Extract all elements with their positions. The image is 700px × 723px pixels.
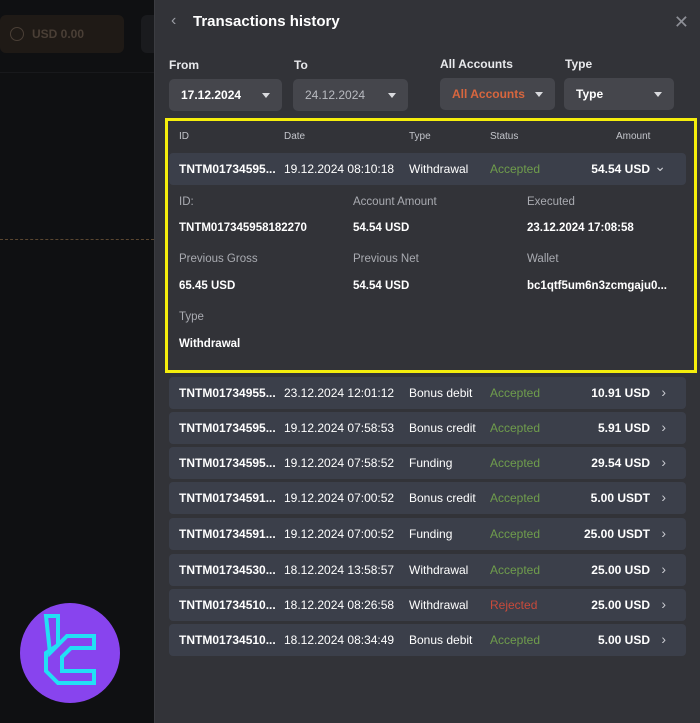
table-row[interactable]: TNTM01734510... 18.12.2024 08:26:58 With… <box>169 589 686 621</box>
from-date-value: 17.12.2024 <box>181 88 242 102</box>
page-title: Transactions history <box>193 13 340 30</box>
accounts-label: All Accounts <box>440 57 513 71</box>
background-divider <box>0 72 154 73</box>
balance-label: USD 0.00 <box>32 27 85 41</box>
row-id: TNTM01734595... <box>179 421 276 435</box>
row-id: TNTM01734591... <box>179 527 276 541</box>
brand-logo <box>20 603 120 703</box>
type-filter-value: Type <box>576 87 604 101</box>
chevron-right-icon: › <box>661 489 666 505</box>
row-status: Accepted <box>490 563 541 577</box>
row-status: Accepted <box>490 633 541 647</box>
row-type: Bonus credit <box>409 491 476 505</box>
row-id: TNTM01734955... <box>179 386 276 400</box>
chevron-right-icon: › <box>661 561 666 577</box>
row-type: Funding <box>409 527 453 541</box>
accounts-select[interactable]: All Accounts <box>440 78 555 110</box>
chart-price-line <box>0 239 154 240</box>
table-row[interactable]: TNTM01734595... 19.12.2024 07:58:53 Bonu… <box>169 412 686 444</box>
row-id: TNTM01734510... <box>179 633 276 647</box>
row-status: Rejected <box>490 598 538 612</box>
to-date-select[interactable]: 24.12.2024 <box>293 79 408 111</box>
chevron-right-icon: › <box>661 596 666 612</box>
row-type: Bonus debit <box>409 633 473 647</box>
row-amount: 29.54 USD <box>591 456 650 470</box>
table-row[interactable]: TNTM01734591... 19.12.2024 07:00:52 Bonu… <box>169 482 686 514</box>
row-amount: 25.00 USD <box>591 598 650 612</box>
row-amount: 5.00 USDT <box>590 491 650 505</box>
from-date-select[interactable]: 17.12.2024 <box>169 79 282 111</box>
caret-down-icon <box>262 92 270 98</box>
row-date: 19.12.2024 07:58:53 <box>284 421 395 435</box>
table-row[interactable]: TNTM01734595... 19.12.2024 07:58:52 Fund… <box>169 447 686 479</box>
type-filter-label: Type <box>565 57 593 71</box>
row-date: 18.12.2024 08:34:49 <box>284 633 395 647</box>
chevron-right-icon: › <box>661 454 666 470</box>
table-row[interactable]: TNTM01734510... 18.12.2024 08:34:49 Bonu… <box>169 624 686 656</box>
type-filter-select[interactable]: Type <box>564 78 674 110</box>
row-amount: 25.00 USDT <box>583 527 650 541</box>
back-button[interactable]: ‹ <box>171 12 176 30</box>
row-id: TNTM01734510... <box>179 598 276 612</box>
caret-down-icon <box>654 91 662 97</box>
row-date: 18.12.2024 08:26:58 <box>284 598 395 612</box>
from-label: From <box>169 58 199 72</box>
row-amount: 5.00 USD <box>597 633 650 647</box>
row-type: Funding <box>409 456 453 470</box>
row-type: Bonus debit <box>409 386 473 400</box>
wallet-icon <box>10 27 24 41</box>
row-status: Accepted <box>490 456 541 470</box>
transactions-panel: ‹ Transactions history ✕ From 17.12.2024… <box>154 0 700 723</box>
row-date: 19.12.2024 07:58:52 <box>284 456 395 470</box>
row-amount: 5.91 USD <box>597 421 650 435</box>
chevron-right-icon: › <box>661 419 666 435</box>
row-date: 19.12.2024 07:00:52 <box>284 491 395 505</box>
row-id: TNTM01734530... <box>179 563 276 577</box>
table-row[interactable]: TNTM01734591... 19.12.2024 07:00:52 Fund… <box>169 518 686 550</box>
table-row[interactable]: TNTM01734530... 18.12.2024 13:58:57 With… <box>169 554 686 586</box>
row-type: Withdrawal <box>409 598 469 612</box>
highlight-box <box>165 118 697 373</box>
close-button[interactable]: ✕ <box>674 12 689 33</box>
accounts-value: All Accounts <box>452 87 525 101</box>
caret-down-icon <box>535 91 543 97</box>
table-row[interactable]: TNTM01734955... 23.12.2024 12:01:12 Bonu… <box>169 377 686 409</box>
row-amount: 25.00 USD <box>591 563 650 577</box>
chevron-right-icon: › <box>661 384 666 400</box>
row-type: Bonus credit <box>409 421 476 435</box>
row-id: TNTM01734595... <box>179 456 276 470</box>
row-status: Accepted <box>490 421 541 435</box>
panel-header: ‹ Transactions history ✕ <box>155 0 700 44</box>
to-date-value: 24.12.2024 <box>305 88 366 102</box>
row-amount: 10.91 USD <box>591 386 650 400</box>
balance-button[interactable]: USD 0.00 <box>0 15 124 53</box>
row-status: Accepted <box>490 386 541 400</box>
row-type: Withdrawal <box>409 563 469 577</box>
chevron-right-icon: › <box>661 631 666 647</box>
row-date: 18.12.2024 13:58:57 <box>284 563 395 577</box>
logo-glyph-icon <box>43 614 96 685</box>
chevron-right-icon: › <box>661 525 666 541</box>
row-status: Accepted <box>490 527 541 541</box>
row-id: TNTM01734591... <box>179 491 276 505</box>
row-date: 23.12.2024 12:01:12 <box>284 386 395 400</box>
row-status: Accepted <box>490 491 541 505</box>
row-date: 19.12.2024 07:00:52 <box>284 527 395 541</box>
to-label: To <box>294 58 308 72</box>
caret-down-icon <box>388 92 396 98</box>
